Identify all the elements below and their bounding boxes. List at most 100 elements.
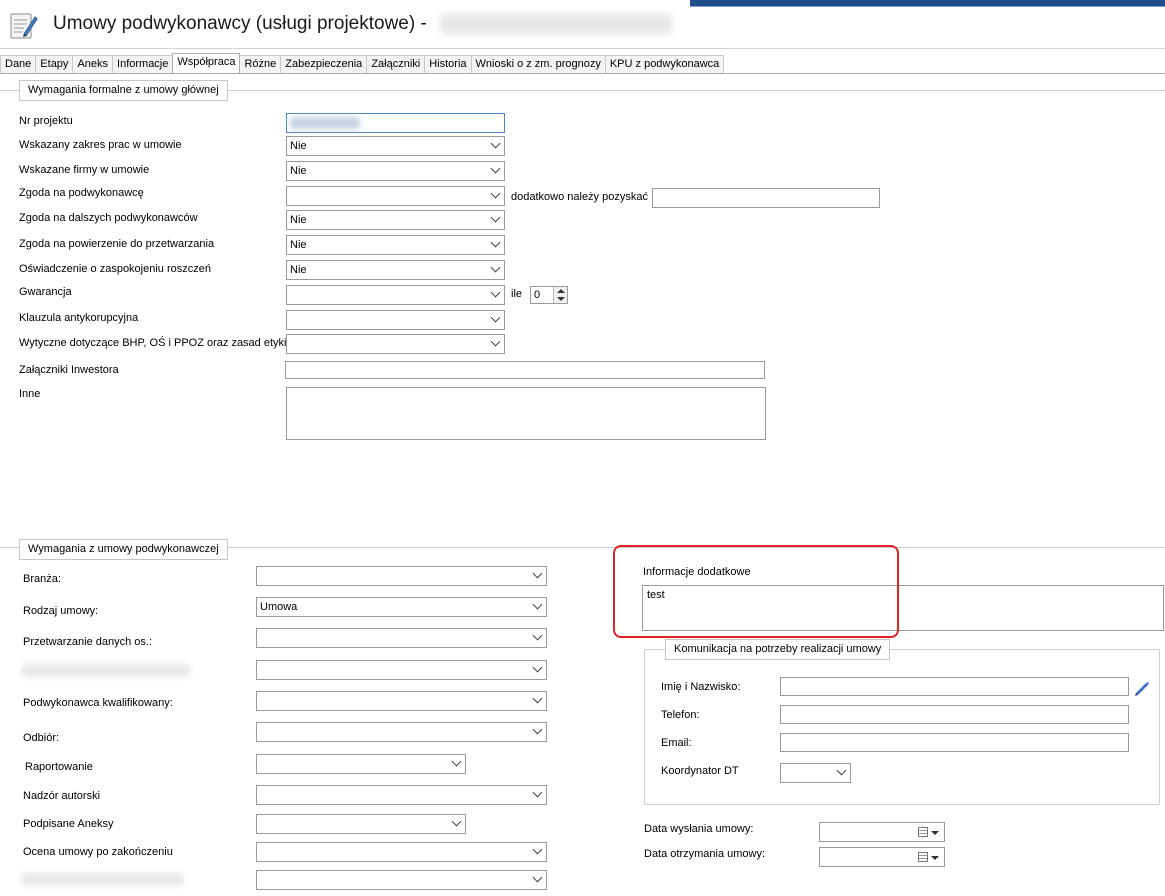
dodatkowo-label: dodatkowo należy pozyskać [511, 191, 648, 203]
ile-spinner[interactable]: 0 [530, 286, 568, 304]
przetwarzanie-combo[interactable] [256, 628, 547, 648]
chevron-down-icon [490, 138, 501, 149]
email-field[interactable] [780, 733, 1129, 752]
chevron-down-icon [532, 662, 543, 673]
telefon-label: Telefon: [661, 709, 700, 721]
chevron-down-icon [490, 287, 501, 298]
chevron-down-icon [931, 831, 939, 835]
app-icon [6, 8, 38, 40]
raportowanie-label: Raportowanie [25, 761, 93, 773]
aneksy-label: Podpisane Aneksy [23, 818, 114, 830]
tab-wnioski[interactable]: Wnioski o z zm. prognozy [470, 55, 606, 74]
tab-zabezpieczenia[interactable]: Zabezpieczenia [280, 55, 368, 74]
imie-field[interactable] [780, 677, 1129, 696]
klauzula-combo[interactable] [286, 310, 505, 330]
chevron-down-icon [532, 599, 543, 610]
komunikacja-group [644, 649, 1160, 805]
zgoda-label: Zgoda na podwykonawcę [19, 187, 144, 199]
branza-label: Branża: [23, 573, 61, 585]
dalszych-value: Nie [290, 214, 307, 226]
tab-dane[interactable]: Dane [0, 55, 37, 74]
chevron-down-icon [931, 856, 939, 860]
nr-projektu-redacted [290, 117, 360, 129]
koordynator-combo[interactable] [780, 763, 851, 783]
nr-projektu-label: Nr projektu [19, 115, 73, 127]
chevron-down-icon [490, 312, 501, 323]
chevron-down-icon [532, 872, 543, 883]
inne-label: Inne [19, 388, 41, 400]
arrow-down-icon [557, 297, 565, 301]
otrzymania-date-picker[interactable] [819, 847, 945, 867]
firmy-combo[interactable]: Nie [286, 161, 505, 181]
formal-group-title: Wymagania formalne z umowy głównej [19, 80, 228, 101]
rodzaj-combo[interactable]: Umowa [256, 597, 547, 617]
chevron-down-icon [490, 212, 501, 223]
tab-zalaczniki[interactable]: Załączniki [366, 55, 426, 74]
odbior-combo[interactable] [256, 722, 547, 742]
redacted-label [22, 664, 190, 677]
highlight-box [613, 545, 899, 638]
tab-kpu[interactable]: KPU z podwykonawca [604, 55, 725, 74]
title-separator [0, 48, 1165, 49]
tab-etapy[interactable]: Etapy [35, 55, 74, 74]
koordynator-label: Koordynator DT [661, 765, 739, 777]
dodatkowo-field[interactable] [652, 188, 880, 208]
kwalifikowany-label: Podwykonawca kwalifikowany: [23, 697, 173, 709]
nr-projektu-field[interactable] [286, 113, 505, 133]
chevron-down-icon [532, 787, 543, 798]
zgoda-combo[interactable] [286, 186, 505, 206]
firmy-value: Nie [290, 165, 307, 177]
redacted-title-suffix [440, 14, 672, 34]
wytyczne-combo[interactable] [286, 334, 505, 354]
ile-value: 0 [534, 289, 541, 301]
oswiadczenie-combo[interactable]: Nie [286, 260, 505, 280]
redacted-combo[interactable] [256, 660, 547, 680]
kwalifikowany-combo[interactable] [256, 691, 547, 711]
arrow-up-icon [557, 289, 565, 293]
chevron-down-icon [490, 336, 501, 347]
wytyczne-label: Wytyczne dotyczące BHP, OŚ i PPOZ oraz z… [19, 337, 287, 349]
rodzaj-label: Rodzaj umowy: [23, 605, 99, 617]
tab-wspolpraca[interactable]: Współpraca [172, 53, 241, 73]
gwarancja-combo[interactable] [286, 285, 505, 305]
powierzenie-combo[interactable]: Nie [286, 235, 505, 255]
telefon-field[interactable] [780, 705, 1129, 724]
odbior-label: Odbiór: [23, 732, 60, 744]
tab-historia[interactable]: Historia [424, 55, 472, 74]
chevron-down-icon [490, 163, 501, 174]
otrzymania-label: Data otrzymania umowy: [644, 848, 766, 860]
chevron-down-icon [532, 693, 543, 704]
chevron-down-icon [532, 844, 543, 855]
raportowanie-combo[interactable] [256, 754, 466, 774]
tab-aneks[interactable]: Aneks [72, 55, 114, 74]
chevron-down-icon [490, 237, 501, 248]
zakres-label: Wskazany zakres prac w umowie [19, 139, 182, 151]
title-accent-line [690, 6, 1165, 7]
dalszych-label: Zgoda na dalszych podwykonawców [19, 212, 198, 224]
branza-combo[interactable] [256, 566, 547, 586]
zalaczniki-field[interactable] [285, 361, 765, 379]
inne-field[interactable] [286, 387, 766, 440]
tab-informacje[interactable]: Informacje [112, 55, 174, 74]
redacted-combo-2[interactable] [256, 870, 547, 890]
dalszych-combo[interactable]: Nie [286, 210, 505, 230]
nadzor-label: Nadzór autorski [23, 790, 101, 802]
ocena-combo[interactable] [256, 842, 547, 862]
chevron-down-icon [451, 756, 462, 767]
window-title: Umowy podwykonawcy (usługi projektowe) - [53, 13, 427, 34]
ile-label: ile [511, 288, 523, 300]
spinner-buttons[interactable] [553, 287, 567, 303]
tab-rozne[interactable]: Różne [239, 55, 282, 74]
pencil-icon[interactable] [1133, 679, 1151, 697]
aneksy-combo[interactable] [256, 814, 466, 834]
nadzor-combo[interactable] [256, 785, 547, 805]
email-label: Email: [661, 737, 692, 749]
powierzenie-value: Nie [290, 239, 307, 251]
wyslania-date-picker[interactable] [819, 822, 945, 842]
zakres-combo[interactable]: Nie [286, 136, 505, 156]
wyslania-label: Data wysłania umowy: [644, 823, 754, 835]
komunikacja-group-title: Komunikacja na potrzeby realizacji umowy [665, 639, 891, 660]
tab-strip: Dane Etapy Aneks Informacje Współpraca R… [0, 53, 725, 74]
calendar-icon [918, 827, 928, 837]
chevron-down-icon [490, 188, 501, 199]
